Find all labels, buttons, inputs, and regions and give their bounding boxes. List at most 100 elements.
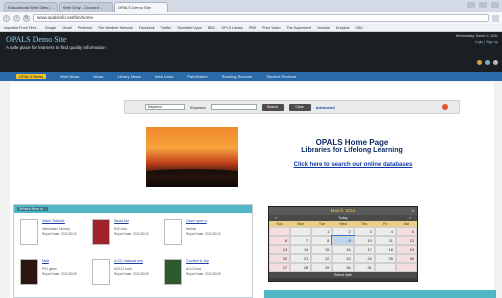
list-item[interactable]: Stuck kid DVD Adv. Report Date: 2011/02/…	[92, 219, 156, 253]
item-title[interactable]: Malt	[42, 259, 49, 263]
list-item[interactable]: Once upon a festival Report Date: 2011/0…	[164, 219, 228, 253]
lock-icon[interactable]	[477, 60, 482, 65]
calendar-day-cell[interactable]: 2	[332, 227, 354, 236]
calendar-day-cell[interactable]: 20	[269, 254, 291, 263]
clear-button[interactable]: Clear	[288, 103, 311, 111]
search-type-select[interactable]: Keyword	[145, 104, 185, 110]
bookmark-item[interactable]: BBC	[208, 26, 215, 30]
bookmark-item[interactable]: CBC	[356, 26, 364, 30]
calendar-day-cell[interactable]: 8	[311, 236, 333, 245]
bookmark-item[interactable]: Imported From Firef...	[4, 26, 39, 30]
subnav-web-news[interactable]: Web News	[60, 74, 79, 79]
search-button[interactable]: Search	[261, 103, 284, 111]
bookmark-item[interactable]: The Weather Network	[98, 26, 133, 30]
calendar-day-cell[interactable]: 16	[332, 245, 354, 254]
list-item[interactable]: Comfort & Joy AL10 book Report Date: 201…	[164, 259, 228, 293]
book-cover-image[interactable]	[20, 219, 38, 245]
url-input[interactable]: www.opalsinfo.net/bin/home	[33, 14, 489, 22]
calendar-day-cell[interactable]: 6	[269, 236, 291, 245]
database-search-link[interactable]: Click here to search our online database…	[246, 162, 460, 168]
calendar-day-cell[interactable]: 23	[332, 254, 354, 263]
help-icon[interactable]	[485, 60, 490, 65]
address-bar: ‹ › ↻ www.opalsinfo.net/bin/home	[0, 12, 502, 24]
calendar-day-cell[interactable]: 31	[353, 263, 375, 272]
subnav-reading-sources[interactable]: Reading Sources	[222, 74, 253, 79]
book-cover-image[interactable]	[164, 219, 182, 245]
subnav-pathfinders[interactable]: Pathfinders	[187, 74, 207, 79]
subnav-web-links[interactable]: Web Links	[155, 74, 174, 79]
calendar-day-cell[interactable]: 19	[395, 245, 417, 254]
browser-tab-active[interactable]: OPALS Demo Site	[114, 2, 168, 12]
browser-tab[interactable]: Web Only - Crossed ...	[59, 2, 113, 12]
book-cover-image[interactable]	[164, 259, 182, 285]
calendar-day-cell[interactable]: 11	[374, 236, 396, 245]
bookmark-item[interactable]: Stumbled Upon	[177, 26, 202, 30]
site-title[interactable]: OPALS Demo Site	[6, 35, 67, 44]
back-icon[interactable]: ‹	[3, 14, 10, 22]
calendar-day-cell[interactable]: 12	[395, 236, 417, 245]
wrench-icon[interactable]	[492, 14, 499, 22]
settings-icon[interactable]	[493, 60, 498, 65]
bookmark-item[interactable]: Dropbox	[336, 26, 350, 30]
calendar-day-cell[interactable]: 4	[374, 227, 396, 236]
list-item[interactable]: Video Tutorial: Information Literacy Rep…	[20, 219, 84, 253]
list-item[interactable]: A.XC rowboat son ACE12 book Report Date:…	[92, 259, 156, 293]
calendar-day-cell[interactable]: 18	[374, 245, 396, 254]
book-cover-image[interactable]	[92, 219, 110, 245]
calendar-day-cell[interactable]: 24	[353, 254, 375, 263]
calendar-day-cell[interactable]: 13	[269, 245, 291, 254]
book-cover-image[interactable]	[92, 259, 110, 285]
item-title[interactable]: A.XC rowboat son	[114, 259, 143, 263]
subnav-library-news[interactable]: Library News	[117, 74, 140, 79]
calendar-day-cell[interactable]: 30	[332, 263, 354, 272]
bookmark-item[interactable]: Price Video	[262, 26, 280, 30]
calendar-day-cell[interactable]: 14	[290, 245, 312, 254]
bookmark-item[interactable]: PBS	[249, 26, 256, 30]
subnav-news[interactable]: News	[93, 74, 103, 79]
browser-tab[interactable]: Educational Web Sites | ...	[4, 2, 58, 12]
calendar-day-cell[interactable]: 15	[311, 245, 333, 254]
calendar-day-cell[interactable]: 27	[269, 263, 291, 272]
bookmark-item[interactable]: Facebook	[139, 26, 155, 30]
calendar-day-cell[interactable]: 3	[353, 227, 375, 236]
calendar-day-cell[interactable]: 5	[395, 227, 417, 236]
close-icon[interactable]	[491, 2, 499, 8]
minimize-icon[interactable]	[467, 2, 475, 8]
calendar-footer[interactable]: Select date	[269, 272, 417, 278]
bookmark-item[interactable]: Gmail	[62, 26, 71, 30]
calendar-day-cell[interactable]: 10	[353, 236, 375, 245]
maximize-icon[interactable]	[479, 2, 487, 8]
login-links[interactable]: Login | Sign up	[475, 40, 498, 44]
calendar-day-cell[interactable]: 26	[395, 254, 417, 263]
reload-icon[interactable]: ↻	[23, 14, 30, 22]
calendar-day-cell[interactable]: 9	[331, 235, 355, 246]
calendar-day-cell[interactable]: 7	[290, 236, 312, 245]
item-meta: PS2 game Report Date: 2011/02/09	[42, 267, 77, 276]
calendar-day-cell[interactable]: 25	[374, 254, 396, 263]
calendar-day-cell[interactable]: 17	[353, 245, 375, 254]
calendar-day-cell[interactable]: 29	[311, 263, 333, 272]
bookmark-item[interactable]: The Supershelf	[286, 26, 310, 30]
item-title[interactable]: Comfort & Joy	[186, 259, 209, 263]
book-cover-image[interactable]	[20, 259, 38, 285]
bookmark-item[interactable]: Google	[45, 26, 57, 30]
item-title[interactable]: Stuck kid	[114, 219, 129, 223]
calendar-day-cell[interactable]: 22	[311, 254, 333, 263]
bookmark-item[interactable]: Pinterest	[78, 26, 92, 30]
bookmark-item[interactable]: OPLS Library	[221, 26, 243, 30]
calendar-day-cell[interactable]: 1	[311, 227, 333, 236]
subnav-opals-news[interactable]: OPALS News	[16, 74, 47, 79]
search-input[interactable]	[210, 104, 257, 110]
list-item[interactable]: Malt PS2 game Report Date: 2011/02/09	[20, 259, 84, 293]
calendar-close-icon[interactable]: X	[411, 208, 414, 213]
calendar-day-cell[interactable]: 28	[290, 263, 312, 272]
bookmark-item[interactable]: Youtube	[317, 26, 330, 30]
subnav-student-reviews[interactable]: Student Reviews	[266, 74, 296, 79]
item-title[interactable]: Once upon a	[186, 219, 207, 223]
item-title[interactable]: Video Tutorial:	[42, 219, 65, 223]
forward-icon[interactable]: ›	[13, 14, 20, 22]
alert-icon[interactable]	[442, 104, 448, 110]
bookmark-item[interactable]: Twitter	[161, 26, 172, 30]
advanced-search-link[interactable]: Advanced	[316, 105, 335, 110]
calendar-day-cell[interactable]: 21	[290, 254, 312, 263]
